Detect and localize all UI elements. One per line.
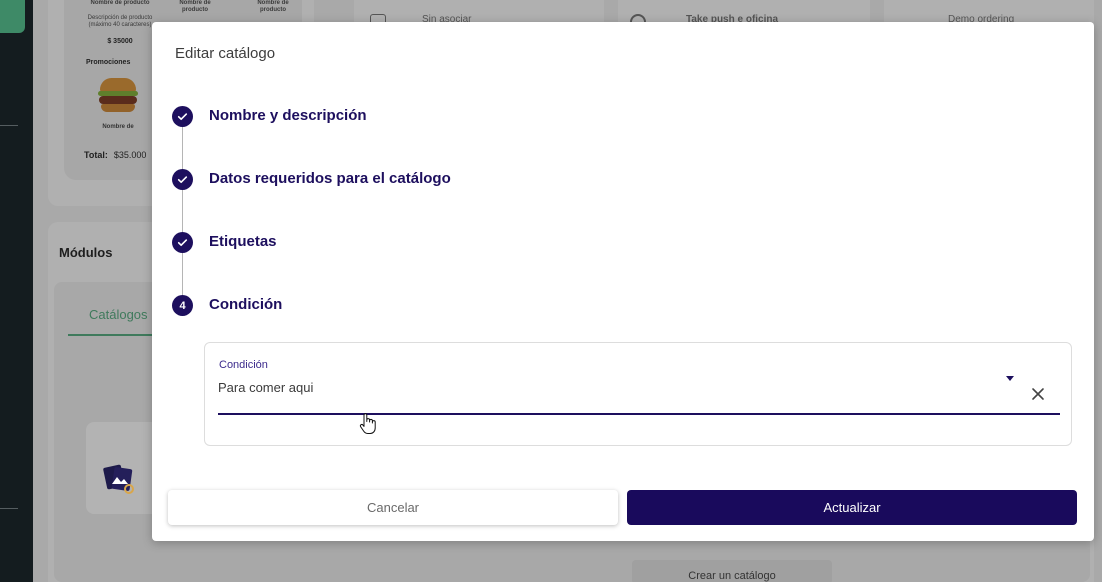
step-2[interactable]: Datos requeridos para el catálogo xyxy=(172,169,772,191)
step-label: Datos requeridos para el catálogo xyxy=(209,170,451,187)
step-label: Etiquetas xyxy=(209,233,277,250)
total-label: Total: xyxy=(84,150,108,160)
product-name-label: Nombre de producto xyxy=(90,0,150,6)
rail-active-item[interactable] xyxy=(0,0,25,33)
update-button[interactable]: Actualizar xyxy=(627,490,1077,525)
cancel-button[interactable]: Cancelar xyxy=(168,490,618,525)
catalog-logo-icon xyxy=(103,464,134,494)
step-4[interactable]: 4 Condición xyxy=(172,295,772,317)
product-price: $ 35000 xyxy=(107,38,133,45)
total-value: $35.000 xyxy=(113,150,147,160)
rail-divider xyxy=(0,508,18,509)
product-name-label: Nombre de producto xyxy=(257,0,289,13)
check-icon xyxy=(172,232,193,253)
side-rail xyxy=(0,0,33,582)
step-3[interactable]: Etiquetas xyxy=(172,232,772,254)
step-label: Condición xyxy=(209,296,283,313)
create-catalog-button[interactable]: Crear un catálogo xyxy=(632,560,832,582)
rail-divider xyxy=(0,125,18,126)
total-row: Total: $35.000 xyxy=(84,150,146,160)
check-icon xyxy=(172,169,193,190)
tab-catalogs[interactable]: Catálogos xyxy=(68,296,158,336)
promotions-heading: Promociones xyxy=(86,59,131,66)
step-number: 4 xyxy=(172,295,193,316)
dropdown-arrow-icon[interactable] xyxy=(1006,376,1014,381)
product-description: Descripción de producto (máximo 40 carac… xyxy=(87,15,153,28)
modal-title: Editar catálogo xyxy=(175,45,276,62)
field-underline xyxy=(218,413,1060,415)
burger-image xyxy=(98,78,138,114)
condition-field-label: Condición xyxy=(219,359,268,371)
promo-product-name: Nombre de xyxy=(102,124,134,130)
edit-catalog-modal: Editar catálogo Nombre y descripción Dat… xyxy=(152,22,1094,541)
condition-select[interactable]: Para comer aqui xyxy=(218,380,313,395)
product-name-label: Nombre de producto xyxy=(179,0,211,13)
check-icon xyxy=(172,106,193,127)
condition-field-container: Condición Para comer aqui xyxy=(204,342,1072,446)
modules-title: Módulos xyxy=(59,245,113,260)
step-label: Nombre y descripción xyxy=(209,107,367,124)
step-1[interactable]: Nombre y descripción xyxy=(172,106,772,128)
clear-icon[interactable] xyxy=(1030,386,1046,402)
hand-cursor-icon xyxy=(359,413,376,434)
